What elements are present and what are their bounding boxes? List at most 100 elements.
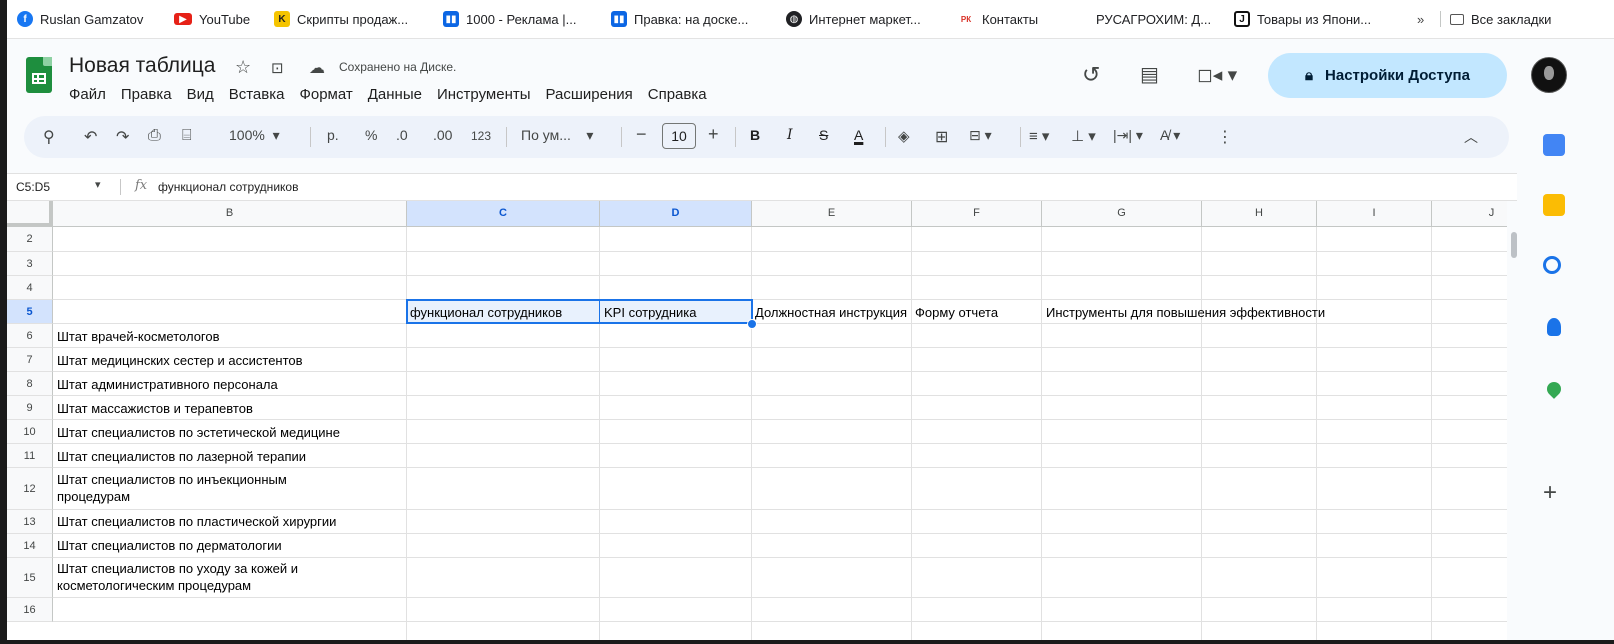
cell-b7[interactable]: Штат медицинских сестер и ассистентов: [57, 352, 402, 369]
row-header-9[interactable]: 9: [7, 396, 53, 420]
all-bookmarks[interactable]: Все закладки: [1450, 9, 1551, 29]
row-header-8[interactable]: 8: [7, 372, 53, 396]
comments-icon[interactable]: ▤: [1140, 62, 1159, 87]
menu-tools[interactable]: Инструменты: [437, 86, 531, 103]
contacts-icon[interactable]: [1547, 318, 1561, 336]
cell-e5[interactable]: Должностная инструкция: [755, 304, 910, 321]
bookmarks-overflow[interactable]: »: [1417, 9, 1424, 29]
menu-insert[interactable]: Вставка: [229, 86, 285, 103]
search-menus-icon[interactable]: ⚲: [43, 127, 55, 147]
column-header-c[interactable]: C: [407, 201, 600, 227]
spreadsheet-grid[interactable]: B C D E F G H I J 2 3 4 5 6 7 8 9 10 11 …: [7, 201, 1507, 640]
cloud-status-icon[interactable]: ☁: [309, 58, 325, 78]
decrease-decimal-button[interactable]: .0: [396, 127, 408, 143]
sheets-logo-icon[interactable]: [26, 57, 52, 93]
bookmark-scripts[interactable]: K Скрипты продаж...: [274, 9, 408, 29]
menu-file[interactable]: Файл: [69, 86, 106, 103]
bookmark-internet[interactable]: ◍ Интернет маркет...: [786, 9, 921, 29]
column-header-i[interactable]: I: [1317, 201, 1432, 227]
star-icon[interactable]: ☆: [235, 57, 251, 78]
cell-g5[interactable]: Инструменты для повышения эффективности: [1046, 304, 1466, 321]
column-header-f[interactable]: F: [912, 201, 1042, 227]
collapse-toolbar-icon[interactable]: ︿: [1464, 127, 1478, 147]
zoom-select[interactable]: 100% ▾: [229, 127, 280, 144]
fill-color-icon[interactable]: ◈: [898, 127, 910, 145]
redo-icon[interactable]: ↷: [116, 127, 129, 147]
font-select[interactable]: По ум... ▾: [521, 127, 593, 144]
row-header-5[interactable]: 5: [7, 300, 53, 324]
row-header-6[interactable]: 6: [7, 324, 53, 348]
merge-cells-icon[interactable]: ⊟ ▾: [969, 127, 992, 144]
row-header-15[interactable]: 15: [7, 558, 53, 598]
formula-input[interactable]: функционал сотрудников: [158, 180, 298, 194]
cell-b11[interactable]: Штат специалистов по лазерной терапии: [57, 448, 402, 465]
bookmark-youtube[interactable]: ▶ YouTube: [174, 9, 250, 29]
column-header-j[interactable]: J: [1432, 201, 1507, 227]
percent-format-button[interactable]: %: [365, 127, 377, 143]
vertical-align-icon[interactable]: ⊥ ▾: [1071, 127, 1096, 145]
name-box-dropdown-icon[interactable]: ▾: [95, 178, 101, 191]
bookmark-rusagrohim[interactable]: РУСАГРОХИМ: Д...: [1096, 9, 1211, 29]
text-rotation-icon[interactable]: A̸ ▾: [1160, 127, 1180, 144]
undo-icon[interactable]: ↶: [84, 127, 97, 147]
cell-b12[interactable]: Штат специалистов по инъекционным процед…: [57, 471, 357, 507]
column-header-h[interactable]: H: [1202, 201, 1317, 227]
cell-f5[interactable]: Форму отчета: [915, 304, 1040, 321]
decrease-font-size-button[interactable]: −: [636, 124, 647, 145]
row-header-12[interactable]: 12: [7, 468, 53, 510]
menu-help[interactable]: Справка: [648, 86, 707, 103]
cell-b15[interactable]: Штат специалистов по уходу за кожей и ко…: [57, 560, 357, 596]
version-history-icon[interactable]: ↺: [1082, 62, 1100, 88]
cell-b13[interactable]: Штат специалистов по пластической хирург…: [57, 513, 402, 530]
calendar-icon[interactable]: [1543, 134, 1565, 156]
row-header-16[interactable]: 16: [7, 598, 53, 622]
cell-c5[interactable]: функционал сотрудников: [410, 304, 598, 321]
row-header-11[interactable]: 11: [7, 444, 53, 468]
column-header-b[interactable]: B: [53, 201, 407, 227]
text-wrapping-icon[interactable]: |⇥| ▾: [1113, 127, 1143, 144]
menu-extensions[interactable]: Расширения: [546, 86, 633, 103]
select-all-corner[interactable]: [7, 201, 53, 227]
currency-format-button[interactable]: р.: [327, 127, 339, 143]
document-title[interactable]: Новая таблица: [69, 54, 216, 78]
row-header-4[interactable]: 4: [7, 276, 53, 300]
horizontal-align-icon[interactable]: ≡ ▾: [1029, 127, 1049, 145]
column-header-g[interactable]: G: [1042, 201, 1202, 227]
keep-icon[interactable]: [1543, 194, 1565, 216]
strikethrough-button[interactable]: S: [819, 127, 828, 143]
add-addon-icon[interactable]: +: [1543, 481, 1565, 505]
increase-decimal-button[interactable]: .00: [433, 127, 452, 143]
menu-edit[interactable]: Правка: [121, 86, 172, 103]
bookmark-japan-goods[interactable]: J Товары из Япони...: [1234, 9, 1371, 29]
cell-b6[interactable]: Штат врачей-косметологов: [57, 328, 402, 345]
column-header-d[interactable]: D: [600, 201, 752, 227]
font-size-input[interactable]: 10: [662, 123, 696, 149]
italic-button[interactable]: I: [787, 127, 793, 143]
more-options-icon[interactable]: ⋮: [1217, 127, 1233, 147]
bookmark-reklama[interactable]: ▮▮ 1000 - Реклама |...: [443, 9, 576, 29]
cell-b14[interactable]: Штат специалистов по дерматологии: [57, 537, 402, 554]
row-header-3[interactable]: 3: [7, 252, 53, 276]
row-header-10[interactable]: 10: [7, 420, 53, 444]
move-folder-icon[interactable]: ⊡: [271, 59, 284, 77]
increase-font-size-button[interactable]: +: [708, 124, 719, 145]
number-format-button[interactable]: 123: [471, 129, 491, 143]
vertical-scrollbar[interactable]: [1511, 232, 1517, 258]
borders-icon[interactable]: ⊞: [935, 127, 948, 147]
row-header-7[interactable]: 7: [7, 348, 53, 372]
row-header-2[interactable]: 2: [7, 227, 53, 252]
menu-format[interactable]: Формат: [299, 86, 352, 103]
print-icon[interactable]: ⎙: [148, 127, 161, 145]
menu-view[interactable]: Вид: [187, 86, 214, 103]
maps-icon[interactable]: [1544, 379, 1564, 399]
bookmark-ruslan[interactable]: f Ruslan Gamzatov: [17, 9, 143, 29]
column-header-e[interactable]: E: [752, 201, 912, 227]
bold-button[interactable]: B: [750, 127, 760, 143]
tasks-icon[interactable]: [1543, 256, 1561, 274]
cell-b10[interactable]: Штат специалистов по эстетической медици…: [57, 424, 402, 441]
name-box[interactable]: C5:D5: [16, 180, 50, 194]
text-color-button[interactable]: A: [854, 127, 863, 143]
menu-data[interactable]: Данные: [368, 86, 422, 103]
cell-b8[interactable]: Штат административного персонала: [57, 376, 402, 393]
row-header-13[interactable]: 13: [7, 510, 53, 534]
